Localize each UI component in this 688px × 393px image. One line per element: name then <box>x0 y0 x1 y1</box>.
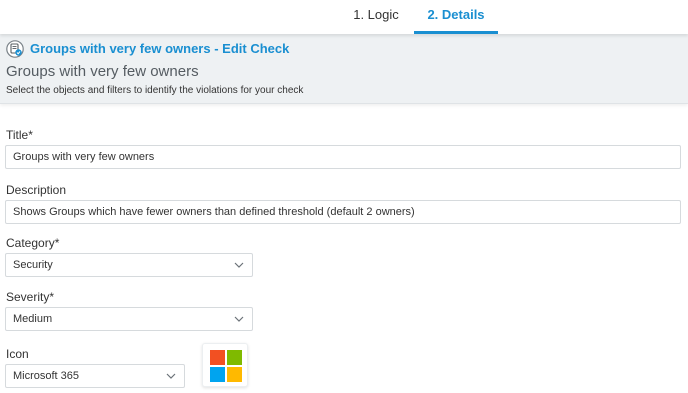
page-subtitle: Select the objects and filters to identi… <box>6 85 304 96</box>
title-label: Title* <box>6 128 33 142</box>
check-document-icon <box>6 40 24 58</box>
top-tab-bar: 1. Logic 2. Details <box>0 0 688 34</box>
breadcrumb: Groups with very few owners - Edit Check <box>6 40 289 58</box>
category-select[interactable]: Security <box>5 253 253 277</box>
severity-label: Severity* <box>6 290 55 304</box>
chevron-down-icon <box>234 316 244 322</box>
icon-label: Icon <box>6 347 29 361</box>
breadcrumb-text: Groups with very few owners - Edit Check <box>30 41 290 56</box>
microsoft-logo-icon <box>210 350 242 382</box>
chevron-down-icon <box>234 262 244 268</box>
page-title: Groups with very few owners <box>6 63 199 80</box>
tab-logic[interactable]: 1. Logic <box>336 0 416 34</box>
category-selected-value: Security <box>13 259 53 271</box>
category-label: Category* <box>6 236 60 250</box>
description-label: Description <box>6 183 67 197</box>
page-header: Groups with very few owners - Edit Check… <box>0 34 688 104</box>
icon-select[interactable]: Microsoft 365 <box>5 364 185 388</box>
severity-selected-value: Medium <box>13 313 53 325</box>
severity-select[interactable]: Medium <box>5 307 253 331</box>
title-input[interactable] <box>5 145 681 169</box>
icon-preview <box>202 343 248 387</box>
description-input[interactable] <box>5 200 681 224</box>
icon-selected-value: Microsoft 365 <box>13 370 80 382</box>
tab-details[interactable]: 2. Details <box>414 0 498 34</box>
chevron-down-icon <box>166 373 176 379</box>
